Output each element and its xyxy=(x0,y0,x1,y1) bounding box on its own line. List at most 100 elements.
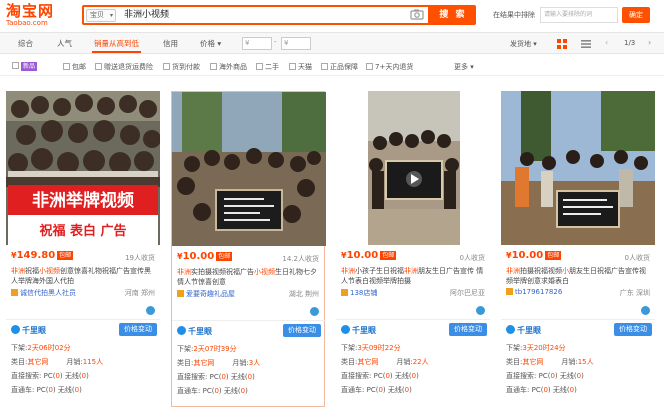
shop-link[interactable]: 诚信代拍黑人社员 xyxy=(11,288,76,298)
product-title[interactable]: 非洲祝福小视频创意惊喜礼物祝福广告宣传黑人举牌海外国人代拍 xyxy=(11,266,156,286)
direct-search: 直接搜索: PC(0) 无线(0) xyxy=(341,372,419,380)
logo-text: 淘宝网 xyxy=(6,2,55,20)
wireless-value: 0 xyxy=(411,372,417,380)
shop-link[interactable]: tb179617826 xyxy=(506,288,562,296)
product-image[interactable] xyxy=(336,91,490,245)
checkbox[interactable] xyxy=(63,63,70,70)
filter-return-insurance[interactable]: 赠送退货运费险 xyxy=(95,62,153,72)
camera-icon[interactable] xyxy=(410,8,424,21)
product-title[interactable]: 非洲拍摄祝福视频小朋友生日祝福广告宣传视频举牌创意求婚表白 xyxy=(506,266,651,286)
shop-link[interactable]: 138店铺 xyxy=(341,288,377,298)
category-value: 其它网 xyxy=(357,358,379,366)
shelf-value: 2天07时39分 xyxy=(193,345,237,353)
sort-sales[interactable]: 销量从高到低 xyxy=(92,36,141,53)
prev-page-icon[interactable]: ‹ xyxy=(605,38,608,47)
price-change-button[interactable]: 价格变动 xyxy=(119,323,157,336)
sort-comprehensive[interactable]: 综合 xyxy=(18,38,33,49)
checkbox[interactable] xyxy=(366,63,373,70)
shelf-label: 下架: xyxy=(506,344,523,352)
express-train: 直通车: PC(0) 无线(0) xyxy=(11,386,82,394)
checkbox[interactable] xyxy=(12,62,19,69)
product-image[interactable] xyxy=(172,92,326,246)
title-text: 祝福 xyxy=(25,267,39,275)
checkbox[interactable] xyxy=(210,63,217,70)
filter-7day-return[interactable]: 7+天内退货 xyxy=(366,62,413,72)
category-label: 类目: xyxy=(11,358,28,366)
checkbox[interactable] xyxy=(321,63,328,70)
filter-tmall[interactable]: 天猫 xyxy=(289,62,312,72)
wangwang-chat-icon[interactable] xyxy=(146,306,155,315)
shelf-time: 下架:3天09时22分 xyxy=(341,343,401,353)
shop-name: 诚信代拍黑人社员 xyxy=(20,289,76,297)
list-view-icon[interactable] xyxy=(580,38,592,50)
shelf-value: 3天20时24分 xyxy=(522,344,566,352)
shop-link[interactable]: 爱要奇趣礼品屋 xyxy=(177,289,235,299)
pc-value: 0 xyxy=(221,373,226,381)
product-price: ¥10.00 包邮 xyxy=(506,250,562,261)
search-box: 宝贝 ▾ 非洲小视频 xyxy=(82,5,430,25)
sort-credit[interactable]: 信用 xyxy=(163,38,178,49)
search-input[interactable]: 非洲小视频 xyxy=(124,8,169,22)
category-sales: 类目:其它网 月销:3人 xyxy=(177,358,260,368)
title-highlight: 非洲 xyxy=(177,268,191,276)
price-range-dash: - xyxy=(274,38,277,46)
pc-value: 0 xyxy=(543,386,548,394)
shop-icon xyxy=(506,288,513,295)
sort-popularity[interactable]: 人气 xyxy=(57,38,72,49)
pc-value: 0 xyxy=(48,386,53,394)
sort-price[interactable]: 价格 ▾ xyxy=(200,38,221,49)
product-card[interactable]: ¥10.00 包邮 0人收货 非洲拍摄祝福视频小朋友生日祝福广告宣传视频举牌创意求… xyxy=(501,91,655,407)
filter-free-shipping[interactable]: 包邮 xyxy=(63,62,86,72)
sales-value: 3人 xyxy=(248,359,261,367)
search-button[interactable]: 搜 索 xyxy=(430,5,476,25)
checkbox[interactable] xyxy=(163,63,170,70)
price-max-input[interactable]: ¥ xyxy=(281,37,311,50)
exclude-keyword-input[interactable]: 请输入要排除的词 xyxy=(540,7,618,23)
wireless-label: 无线( xyxy=(57,386,75,394)
buyer-count: 0人收货 xyxy=(459,254,485,262)
price-value: 10.00 xyxy=(182,251,215,262)
wangwang-chat-icon[interactable] xyxy=(641,306,650,315)
product-image[interactable]: 非洲举牌视频 祝福 表白 广告 xyxy=(6,91,160,245)
pc-label: PC( xyxy=(531,386,544,394)
wangwang-chat-icon[interactable] xyxy=(310,307,319,316)
search-scope-select[interactable]: 宝贝 ▾ xyxy=(86,9,116,22)
checkbox[interactable] xyxy=(256,63,263,70)
filter-secondhand[interactable]: 二手 xyxy=(256,62,279,72)
wireless-label: 无线( xyxy=(552,386,570,394)
sales-value: 15人 xyxy=(577,358,594,366)
checkbox[interactable] xyxy=(289,63,296,70)
price-change-button[interactable]: 价格变动 xyxy=(449,323,487,336)
filter-new[interactable]: 新品 xyxy=(12,62,38,71)
taobao-logo[interactable]: 淘宝网 Taobao.com xyxy=(6,3,66,27)
product-title[interactable]: 非洲实拍摄视频祝福广告小视频生日礼物七夕情人节惊喜创意 xyxy=(177,267,322,287)
wangwang-chat-icon[interactable] xyxy=(476,306,485,315)
price-min-input[interactable]: ¥ xyxy=(242,37,272,50)
next-page-icon[interactable]: › xyxy=(648,38,651,47)
product-card[interactable]: ¥10.00 包邮 0人收货 非洲小孩子生日祝福非洲朋友生日广告宣传 情人节表白视… xyxy=(336,91,490,407)
filter-cod[interactable]: 货到付款 xyxy=(163,62,200,72)
product-card[interactable]: ¥10.00 包邮 14.2人收货 非洲实拍摄视频祝福广告小视频生日礼物七夕情人节… xyxy=(171,91,326,407)
checkbox[interactable] xyxy=(95,63,102,70)
buyer-count: 19人收货 xyxy=(125,254,155,262)
filter-overseas[interactable]: 海外商品 xyxy=(210,62,247,72)
more-filters-button[interactable]: 更多 ▾ xyxy=(454,62,474,72)
grid-view-icon[interactable] xyxy=(556,38,568,50)
price-change-button[interactable]: 价格变动 xyxy=(614,323,652,336)
shelf-value: 3天09时22分 xyxy=(357,344,401,352)
product-image[interactable] xyxy=(501,91,655,245)
product-title[interactable]: 非洲小孩子生日祝福非洲朋友生日广告宣传 情人节表白视频举牌拍摄 xyxy=(341,266,486,286)
filter-label: 7+天内退货 xyxy=(375,63,414,71)
confirm-button[interactable]: 确定 xyxy=(622,7,650,23)
free-shipping-tag: 包邮 xyxy=(57,251,74,260)
category-label: 类目: xyxy=(506,358,523,366)
ship-from-select[interactable]: 发货地 ▾ xyxy=(510,39,537,49)
product-card[interactable]: 非洲举牌视频 祝福 表白 广告 ¥149.80 包邮 19人收货 非洲祝福小视频创… xyxy=(6,91,160,407)
sales-value: 115人 xyxy=(82,358,104,366)
filter-genuine[interactable]: 正品保障 xyxy=(321,62,358,72)
shelf-time: 下架:3天20时24分 xyxy=(506,343,566,353)
ship-from-label: 发货地 xyxy=(510,40,531,48)
price-change-button[interactable]: 价格变动 xyxy=(283,324,321,337)
wireless-value: 0 xyxy=(247,373,253,381)
wireless-label: 无线( xyxy=(64,372,82,380)
